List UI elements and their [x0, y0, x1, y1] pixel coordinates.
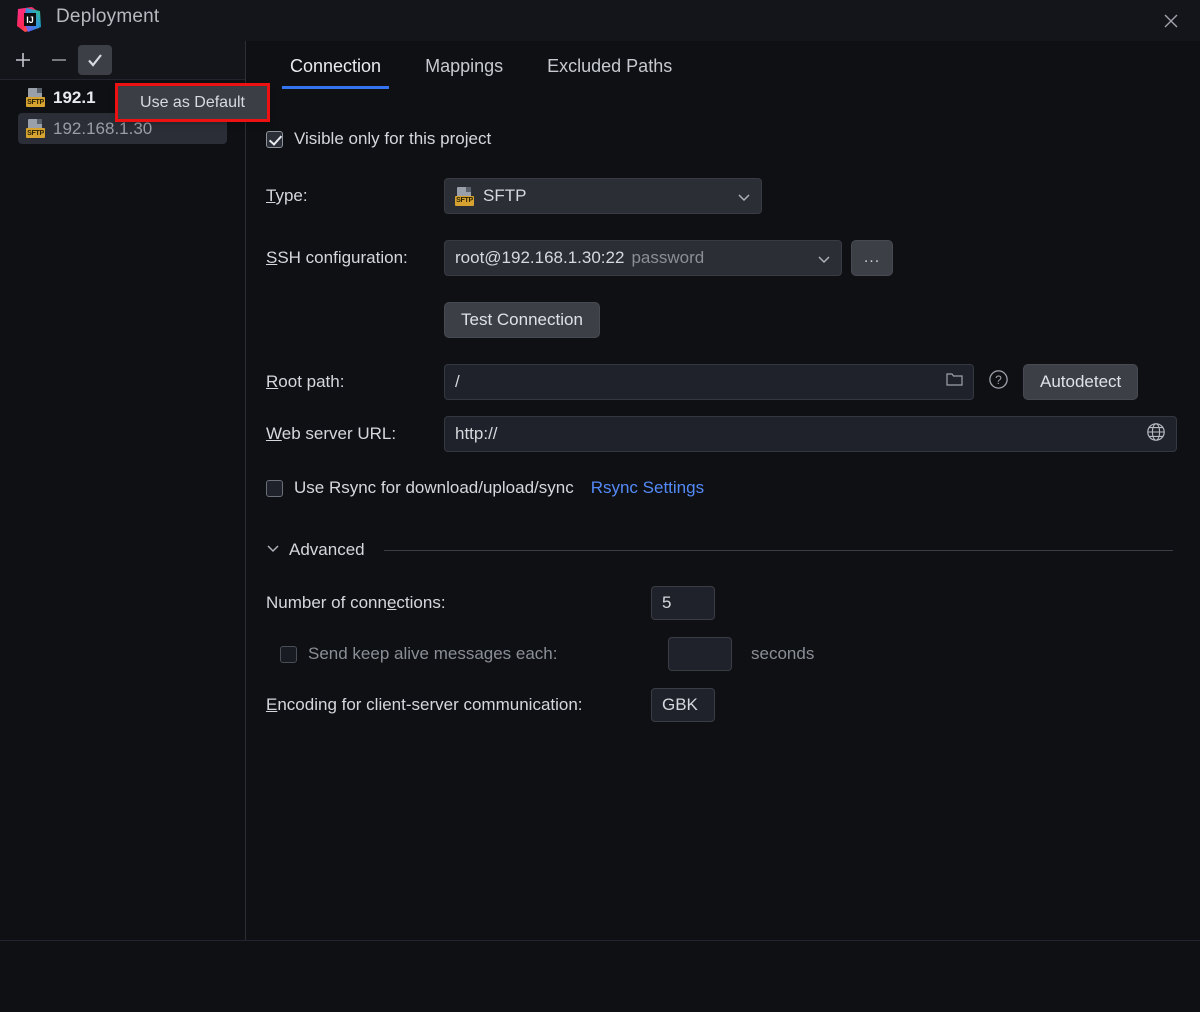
connections-input[interactable]: 5: [651, 586, 715, 620]
server-name: 192.1: [53, 87, 96, 107]
visible-only-row: Visible only for this project: [266, 129, 1200, 149]
autodetect-label: Autodetect: [1040, 372, 1122, 391]
visible-only-label: Visible only for this project: [294, 129, 492, 148]
tab-excluded-paths[interactable]: Excluded Paths: [525, 41, 694, 91]
advanced-section-title: Advanced: [289, 540, 365, 559]
advanced-section-header[interactable]: Advanced: [266, 540, 1173, 560]
encoding-dropdown[interactable]: GBK: [651, 688, 715, 722]
root-path-row: Root path: / ? Autodetect: [266, 364, 1200, 400]
chevron-down-icon: [266, 541, 280, 560]
tab-mappings[interactable]: Mappings: [403, 41, 525, 91]
root-path-value: /: [455, 372, 460, 391]
add-server-button[interactable]: [6, 45, 40, 75]
encoding-value: GBK: [662, 695, 698, 714]
tab-label: Connection: [290, 55, 382, 76]
keepalive-input[interactable]: [668, 637, 732, 671]
section-divider: [383, 549, 1173, 551]
svg-text:?: ?: [995, 373, 1002, 387]
encoding-row: Encoding for client-server communication…: [266, 688, 1200, 722]
connection-panel: Connection Mappings Excluded Paths Visib…: [246, 41, 1200, 940]
close-icon[interactable]: [1142, 0, 1200, 41]
web-server-url-row: Web server URL: http://: [266, 416, 1200, 452]
toolbar-separator: [0, 79, 245, 80]
ssh-browse-button[interactable]: ...: [851, 240, 893, 276]
rsync-checkbox[interactable]: [266, 479, 283, 497]
tab-label: Excluded Paths: [547, 55, 673, 76]
ssh-config-dropdown[interactable]: root@192.168.1.30:22 password: [444, 240, 842, 276]
tab-label: Mappings: [425, 55, 504, 76]
intellij-idea-logo-icon: IJ: [16, 6, 42, 34]
connections-row: Number of connections: 5: [266, 586, 1200, 620]
sftp-icon: SFTP: [455, 186, 474, 206]
tab-bar: Connection Mappings Excluded Paths: [246, 41, 1200, 91]
test-connection-row: Test Connection: [266, 302, 1200, 338]
keepalive-row: Send keep alive messages each: seconds: [266, 637, 1200, 671]
keepalive-label: Send keep alive messages each:: [308, 644, 558, 663]
ssh-config-row: SSH configuration: root@192.168.1.30:22 …: [266, 240, 1200, 276]
deployment-dialog: IJ Deployment SFTP 192.1 SFTP 192.168.1.…: [0, 0, 1200, 1012]
keepalive-units: seconds: [751, 644, 815, 663]
root-path-input[interactable]: /: [444, 364, 974, 400]
test-connection-label: Test Connection: [461, 310, 583, 329]
autodetect-button[interactable]: Autodetect: [1023, 364, 1139, 400]
type-dropdown[interactable]: SFTP SFTP: [444, 178, 762, 214]
rsync-row: Use Rsync for download/upload/sync Rsync…: [266, 478, 1200, 498]
web-server-url-input[interactable]: http://: [444, 416, 1177, 452]
encoding-label: Encoding for client-server communication…: [266, 695, 583, 714]
connections-value: 5: [662, 593, 672, 612]
sftp-icon: SFTP: [26, 119, 45, 138]
type-row: Type: SFTP SFTP: [266, 178, 1200, 214]
globe-icon[interactable]: [1146, 422, 1166, 447]
web-server-url-label: Web server URL:: [266, 424, 397, 443]
chevron-down-icon: [737, 189, 751, 203]
chevron-down-icon: [817, 251, 831, 265]
ssh-browse-label: ...: [863, 249, 881, 266]
title-bar: IJ Deployment: [0, 0, 1200, 41]
type-value: SFTP: [483, 186, 527, 205]
svg-text:IJ: IJ: [26, 15, 34, 25]
window-title: Deployment: [56, 6, 160, 27]
footer-bar: ? OK Cancel CSDN @Kudo Shin-ichi: [0, 941, 1200, 1012]
ssh-config-value: root@192.168.1.30:22: [455, 248, 625, 267]
help-circle-icon[interactable]: ?: [988, 369, 1009, 395]
remove-server-button[interactable]: [42, 45, 76, 75]
connection-form: Visible only for this project Type: SFTP…: [246, 91, 1200, 722]
visible-only-checkbox[interactable]: [266, 130, 283, 148]
ssh-auth-type: password: [631, 248, 705, 267]
connections-label: Number of connections:: [266, 593, 446, 612]
type-label: Type:: [266, 186, 308, 205]
root-path-label: Root path:: [266, 372, 345, 391]
rsync-label: Use Rsync for download/upload/sync: [294, 478, 574, 497]
ssh-config-label: SSH configuration:: [266, 248, 408, 267]
server-list-toolbar: [0, 41, 245, 79]
keepalive-checkbox[interactable]: [280, 645, 297, 663]
web-server-url-value: http://: [455, 424, 498, 443]
server-list-panel: [0, 41, 245, 940]
use-as-default-button[interactable]: [78, 45, 112, 75]
test-connection-button[interactable]: Test Connection: [444, 302, 600, 338]
sftp-icon: SFTP: [26, 88, 45, 107]
folder-icon[interactable]: [946, 372, 963, 392]
tab-connection[interactable]: Connection: [268, 41, 403, 91]
rsync-settings-link[interactable]: Rsync Settings: [591, 478, 704, 498]
